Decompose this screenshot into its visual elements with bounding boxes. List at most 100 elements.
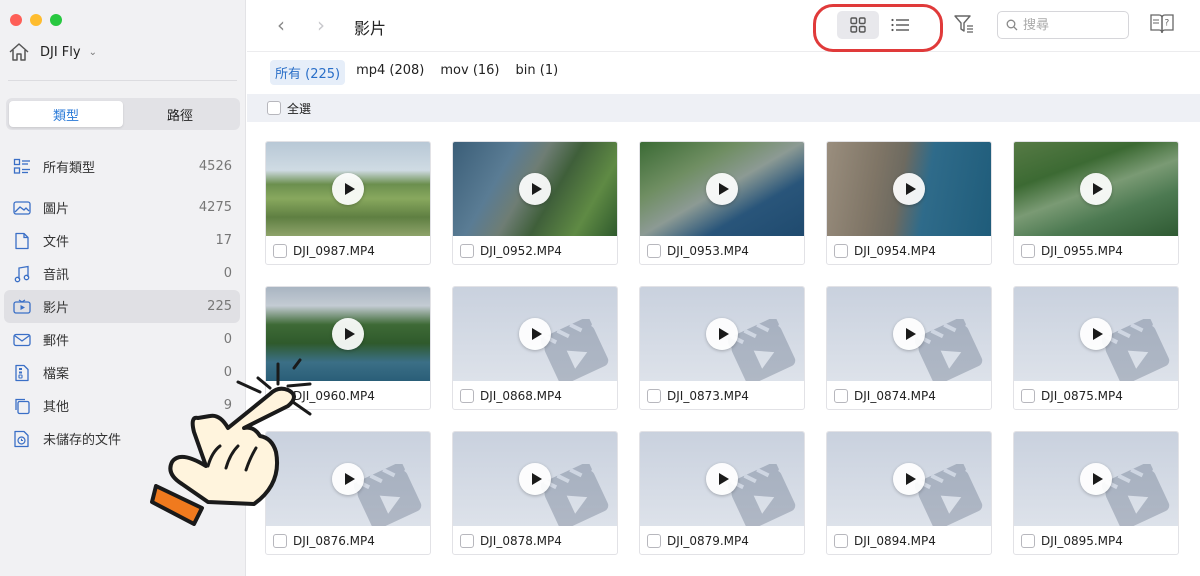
video-thumbnail[interactable] xyxy=(827,432,991,526)
seg-tab-type[interactable]: 類型 xyxy=(9,101,123,127)
video-thumbnail[interactable] xyxy=(266,432,430,526)
video-thumbnail[interactable] xyxy=(640,432,804,526)
search-input[interactable] xyxy=(1023,17,1119,33)
file-name: DJI_0879.MP4 xyxy=(667,534,749,548)
sidebar-item-archives[interactable]: 檔案 0 xyxy=(4,356,240,389)
play-icon[interactable] xyxy=(519,318,551,350)
sidebar-item-label: 其他 xyxy=(43,400,70,415)
video-placeholder-icon xyxy=(1102,319,1170,381)
sidebar-item-label: 文件 xyxy=(43,235,70,250)
file-card-footer: DJI_0960.MP4 xyxy=(266,381,430,409)
video-thumbnail[interactable] xyxy=(640,142,804,236)
play-icon[interactable] xyxy=(519,173,551,205)
file-card[interactable]: DJI_0894.MP4 xyxy=(826,431,992,555)
filter-tab-mov[interactable]: mov (16) xyxy=(435,60,504,85)
file-name: DJI_0868.MP4 xyxy=(480,389,562,403)
sidebar-item-unsaved-documents[interactable]: 未儲存的文件 xyxy=(4,422,240,455)
file-card[interactable]: DJI_0878.MP4 xyxy=(452,431,618,555)
forward-button[interactable]: › xyxy=(317,15,325,35)
sidebar-item-other[interactable]: 其他 9 xyxy=(4,389,240,422)
file-checkbox[interactable] xyxy=(1021,244,1035,258)
file-checkbox[interactable] xyxy=(834,389,848,403)
play-icon[interactable] xyxy=(332,463,364,495)
video-thumbnail[interactable] xyxy=(1014,432,1178,526)
video-thumbnail[interactable] xyxy=(453,142,617,236)
sidebar-item-mail[interactable]: 郵件 0 xyxy=(4,323,240,356)
file-checkbox[interactable] xyxy=(647,389,661,403)
play-icon[interactable] xyxy=(1080,463,1112,495)
video-thumbnail[interactable] xyxy=(640,287,804,381)
play-icon[interactable] xyxy=(332,318,364,350)
play-icon[interactable] xyxy=(893,318,925,350)
sidebar-item-documents[interactable]: 文件 17 xyxy=(4,224,240,257)
file-checkbox[interactable] xyxy=(647,534,661,548)
sidebar-item-images[interactable]: 圖片 4275 xyxy=(4,191,240,224)
file-checkbox[interactable] xyxy=(273,244,287,258)
sidebar-item-count: 0 xyxy=(223,332,232,347)
video-thumbnail[interactable] xyxy=(266,142,430,236)
zoom-window-button[interactable] xyxy=(50,14,62,26)
select-all-checkbox[interactable] xyxy=(267,101,281,115)
play-icon[interactable] xyxy=(332,173,364,205)
file-card[interactable]: DJI_0953.MP4 xyxy=(639,141,805,265)
filter-tab-mp4[interactable]: mp4 (208) xyxy=(351,60,429,85)
file-card[interactable]: DJI_0952.MP4 xyxy=(452,141,618,265)
file-checkbox[interactable] xyxy=(1021,534,1035,548)
play-icon[interactable] xyxy=(706,463,738,495)
archive-icon xyxy=(12,363,32,383)
file-card-footer: DJI_0878.MP4 xyxy=(453,526,617,554)
file-card-footer: DJI_0894.MP4 xyxy=(827,526,991,554)
video-thumbnail[interactable] xyxy=(827,142,991,236)
play-icon[interactable] xyxy=(706,318,738,350)
sidebar-item-count: 17 xyxy=(215,233,232,248)
filter-tab-bin[interactable]: bin (1) xyxy=(511,60,564,85)
file-card[interactable]: DJI_0954.MP4 xyxy=(826,141,992,265)
file-card[interactable]: DJI_0987.MP4 xyxy=(265,141,431,265)
close-window-button[interactable] xyxy=(10,14,22,26)
file-card[interactable]: DJI_0895.MP4 xyxy=(1013,431,1179,555)
sidebar-item-audio[interactable]: 音訊 0 xyxy=(4,257,240,290)
sidebar-item-all-types[interactable]: 所有類型 4526 xyxy=(4,150,240,183)
file-card[interactable]: DJI_0960.MP4 xyxy=(265,286,431,410)
file-checkbox[interactable] xyxy=(834,244,848,258)
file-checkbox[interactable] xyxy=(1021,389,1035,403)
video-placeholder-icon xyxy=(354,464,422,526)
device-selector[interactable]: DJI Fly ⌄ xyxy=(8,42,97,62)
file-checkbox[interactable] xyxy=(460,389,474,403)
play-icon[interactable] xyxy=(1080,318,1112,350)
sidebar-item-video[interactable]: 影片 225 xyxy=(4,290,240,323)
file-checkbox[interactable] xyxy=(460,244,474,258)
minimize-window-button[interactable] xyxy=(30,14,42,26)
seg-tab-path[interactable]: 路徑 xyxy=(123,101,237,127)
video-thumbnail[interactable] xyxy=(1014,287,1178,381)
file-checkbox[interactable] xyxy=(273,389,287,403)
list-view-button[interactable] xyxy=(879,11,921,39)
video-thumbnail[interactable] xyxy=(266,287,430,381)
play-icon[interactable] xyxy=(893,173,925,205)
back-button[interactable]: ‹ xyxy=(277,15,285,35)
file-card[interactable]: DJI_0873.MP4 xyxy=(639,286,805,410)
file-type-filter-tabs: 所有 (225) mp4 (208) mov (16) bin (1) xyxy=(270,60,563,85)
file-card[interactable]: DJI_0868.MP4 xyxy=(452,286,618,410)
file-checkbox[interactable] xyxy=(273,534,287,548)
video-thumbnail[interactable] xyxy=(453,432,617,526)
play-icon[interactable] xyxy=(1080,173,1112,205)
file-checkbox[interactable] xyxy=(460,534,474,548)
play-icon[interactable] xyxy=(893,463,925,495)
file-card[interactable]: DJI_0955.MP4 xyxy=(1013,141,1179,265)
file-card[interactable]: DJI_0876.MP4 xyxy=(265,431,431,555)
file-card[interactable]: DJI_0879.MP4 xyxy=(639,431,805,555)
play-icon[interactable] xyxy=(706,173,738,205)
video-thumbnail[interactable] xyxy=(827,287,991,381)
file-checkbox[interactable] xyxy=(834,534,848,548)
filter-button[interactable] xyxy=(953,13,975,39)
video-thumbnail[interactable] xyxy=(1014,142,1178,236)
play-icon[interactable] xyxy=(519,463,551,495)
grid-view-button[interactable] xyxy=(837,11,879,39)
file-card[interactable]: DJI_0875.MP4 xyxy=(1013,286,1179,410)
file-checkbox[interactable] xyxy=(647,244,661,258)
video-thumbnail[interactable] xyxy=(453,287,617,381)
help-button[interactable]: ? xyxy=(1149,12,1175,40)
filter-tab-all[interactable]: 所有 (225) xyxy=(270,60,346,85)
file-card[interactable]: DJI_0874.MP4 xyxy=(826,286,992,410)
